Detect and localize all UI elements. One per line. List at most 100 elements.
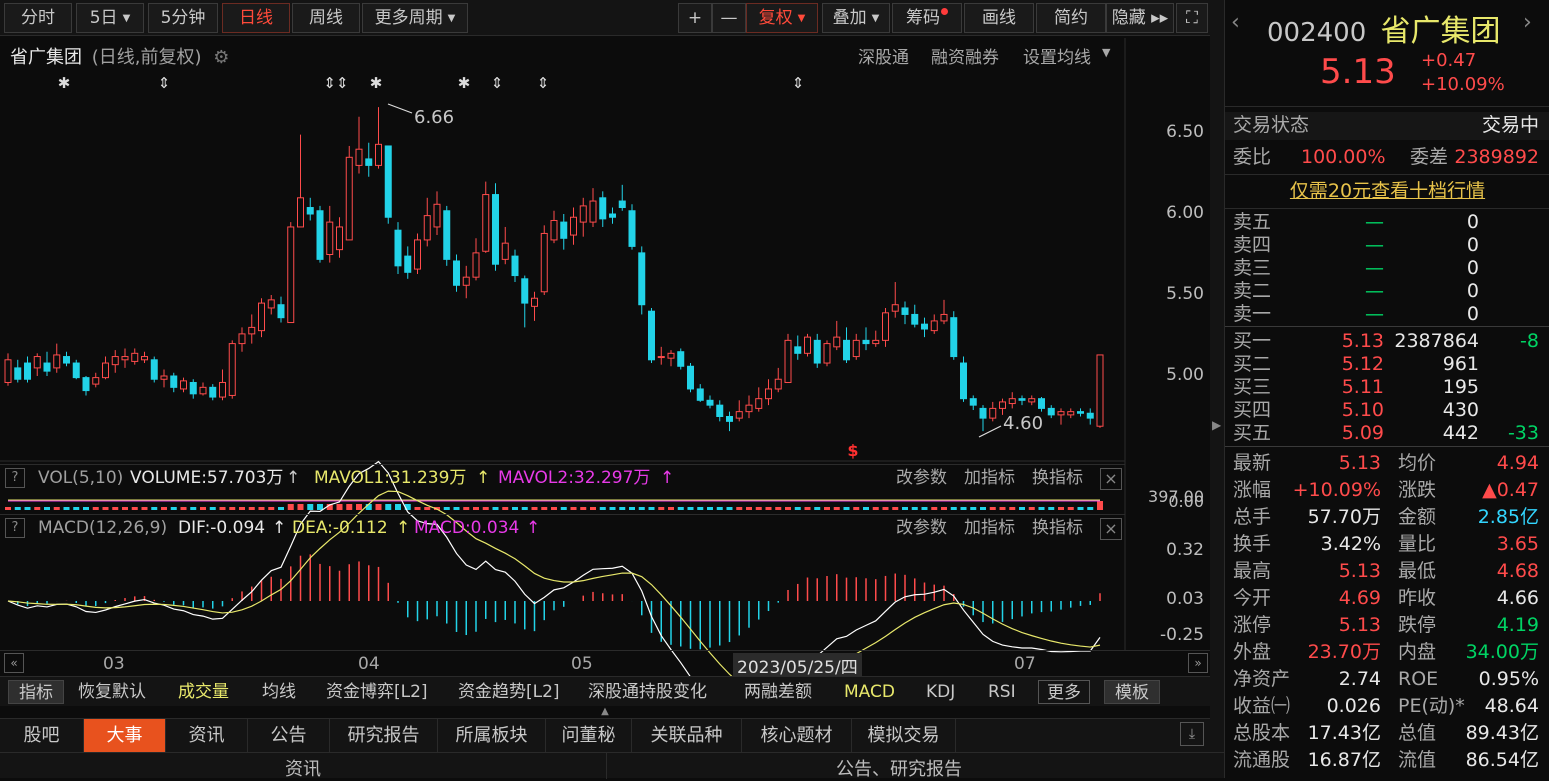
indicator-4[interactable]: 资金博弈[L2]: [326, 680, 428, 704]
tab-2[interactable]: 资讯: [166, 719, 248, 753]
indicator-12[interactable]: 模板: [1104, 680, 1160, 704]
event-marker[interactable]: ⇕: [158, 74, 171, 92]
macd-header: ? MACD(12,26,9) DIF:-0.094 ↑ DEA:-0.112 …: [0, 514, 1125, 542]
download-icon[interactable]: ⤓: [1180, 722, 1204, 746]
macd-add-indicator[interactable]: 加指标: [964, 515, 1015, 541]
candle: [638, 246, 646, 315]
vol-add-indicator[interactable]: 加指标: [964, 465, 1015, 491]
candle: [297, 134, 304, 228]
candle: [609, 207, 616, 224]
candle: [453, 254, 460, 292]
event-marker[interactable]: ⇕: [491, 74, 504, 92]
indicator-0[interactable]: 指标: [8, 680, 64, 704]
tab-7[interactable]: 关联品种: [632, 719, 742, 753]
candle: [921, 317, 928, 338]
tab-3[interactable]: 公告: [248, 719, 330, 753]
macd-edit-params[interactable]: 改参数: [896, 515, 947, 541]
tab-1[interactable]: 大事: [84, 719, 166, 753]
tab-5[interactable]: 所属板块: [438, 719, 546, 753]
event-marker[interactable]: ✱: [58, 74, 71, 92]
last-price: 5.13: [1320, 52, 1396, 92]
candle: [355, 116, 363, 174]
close-icon[interactable]: ×: [1100, 468, 1122, 490]
candle: [765, 379, 772, 406]
stat-row: 总手 57.70万 金额 2.85亿: [1233, 506, 1539, 528]
event-marker[interactable]: ⇕: [537, 74, 550, 92]
stat-row: 最新 5.13 均价 4.94: [1233, 452, 1539, 474]
indicator-6[interactable]: 深股通持股变化: [588, 680, 707, 704]
price-tick: 5.00: [1166, 365, 1204, 385]
candle: [891, 282, 899, 318]
candle: [716, 400, 724, 422]
candle: [570, 207, 577, 245]
candle: [843, 327, 850, 364]
indicator-7[interactable]: 两融差额: [744, 680, 812, 704]
candle: [404, 246, 412, 279]
candle: [882, 307, 889, 347]
tab-8[interactable]: 核心题材: [742, 719, 852, 753]
prev-stock-icon[interactable]: ‹: [1231, 10, 1240, 35]
level2-promo-link[interactable]: 仅需20元查看十档行情: [1225, 176, 1549, 206]
candle: [511, 249, 519, 283]
low-annotation: 4.60: [1003, 413, 1044, 434]
event-marker[interactable]: ✱: [458, 74, 471, 92]
x-tick: 05: [571, 654, 593, 674]
tab-9[interactable]: 模拟交易: [852, 719, 956, 753]
stat-row: 最高 5.13 最低 4.68: [1233, 560, 1539, 582]
vol-mavol1: MAVOL1:31.239万: [314, 468, 467, 488]
vol-switch-indicator[interactable]: 换指标: [1032, 465, 1083, 491]
candle: [550, 210, 558, 244]
scroll-right-icon[interactable]: »: [1188, 653, 1208, 673]
candle: [189, 379, 197, 399]
price-tick: 5.50: [1166, 284, 1204, 304]
candle: [414, 233, 421, 274]
help-icon[interactable]: ?: [5, 468, 25, 488]
tab-4[interactable]: 研究报告: [330, 719, 438, 753]
indicator-8[interactable]: MACD: [844, 680, 895, 704]
candle: [696, 384, 704, 402]
info-tabs: 股吧 大事 资讯 公告 研究报告 所属板块 问董秘 关联品种 核心题材 模拟交易: [0, 718, 1210, 753]
event-marker[interactable]: ⇕: [792, 74, 805, 92]
help-icon[interactable]: ?: [5, 518, 25, 538]
stock-code: 002400: [1267, 18, 1367, 48]
candle: [618, 184, 626, 211]
macd-axis-bottom: -0.25: [1160, 625, 1204, 645]
indicator-5[interactable]: 资金趋势[L2]: [458, 680, 560, 704]
tab-0[interactable]: 股吧: [0, 719, 84, 753]
indicator-9[interactable]: KDJ: [926, 680, 955, 704]
event-marker[interactable]: ✱: [370, 74, 383, 92]
candle: [862, 327, 870, 351]
dividend-marker[interactable]: $: [847, 441, 858, 460]
macd-label: MACD(12,26,9): [38, 518, 168, 538]
panel-splitter[interactable]: ▶: [1210, 0, 1224, 752]
event-marker[interactable]: ⇕⇕: [323, 74, 348, 92]
candle: [472, 238, 480, 281]
candle: [287, 222, 295, 324]
scroll-left-icon[interactable]: «: [4, 653, 24, 673]
expand-icon[interactable]: ▶: [1212, 418, 1221, 432]
high-arrow: [387, 103, 413, 114]
indicator-11[interactable]: 更多: [1038, 680, 1090, 704]
x-axis: « » 03 04 05 2023/05/25/四 07: [0, 650, 1215, 678]
macd-dea: DEA:-0.112: [292, 518, 388, 538]
collapse-icon[interactable]: ▲: [590, 706, 620, 717]
candle: [170, 372, 178, 393]
tab-6[interactable]: 问董秘: [546, 719, 632, 753]
close-icon[interactable]: ×: [1100, 518, 1122, 540]
candle: [24, 356, 31, 383]
indicator-2[interactable]: 成交量: [178, 680, 229, 704]
candle: [784, 333, 792, 383]
candle: [4, 353, 12, 386]
indicator-3[interactable]: 均线: [262, 680, 296, 704]
candle: [375, 107, 382, 169]
next-stock-icon[interactable]: ›: [1523, 10, 1532, 35]
vol-edit-params[interactable]: 改参数: [896, 465, 947, 491]
candle: [726, 411, 733, 432]
indicator-1[interactable]: 恢复默认: [78, 680, 146, 704]
candle: [579, 197, 587, 237]
ask-row: 卖一 —0: [1233, 303, 1479, 325]
candle: [1008, 392, 1016, 409]
indicator-10[interactable]: RSI: [988, 680, 1016, 704]
stat-row: 今开 4.69 昨收 4.66: [1233, 587, 1539, 609]
macd-switch-indicator[interactable]: 换指标: [1032, 515, 1083, 541]
